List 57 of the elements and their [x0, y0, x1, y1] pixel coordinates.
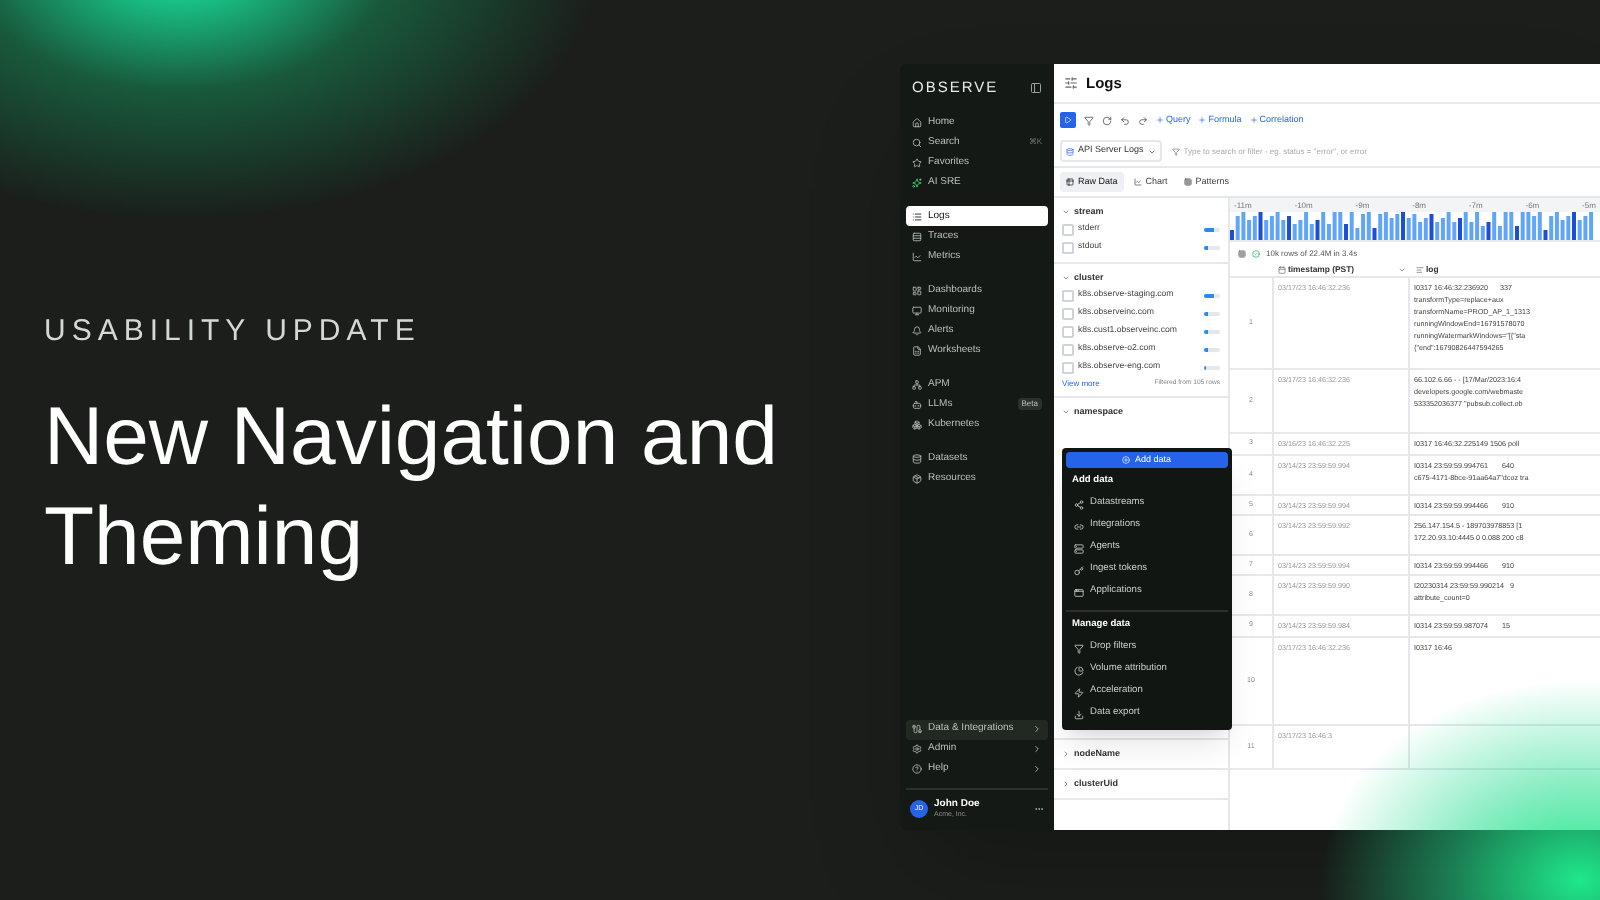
plus-icon: [1249, 116, 1258, 124]
undo-icon[interactable]: [1120, 115, 1130, 125]
funnel-icon: [1074, 643, 1084, 654]
calendar-icon: [1278, 265, 1286, 274]
spreadsheet-icon: [912, 345, 922, 355]
link-icon: [1074, 521, 1084, 532]
app-window-icon: [1074, 587, 1084, 598]
package-icon: [912, 473, 922, 483]
checkbox[interactable]: [1062, 325, 1074, 337]
checkbox[interactable]: [1062, 223, 1074, 235]
checkbox[interactable]: [1062, 307, 1074, 319]
grid-icon: [1183, 178, 1192, 186]
sliders-icon: [1064, 76, 1078, 90]
checkbox[interactable]: [1062, 343, 1074, 355]
dataset-icon: [1066, 147, 1074, 155]
dashboard-icon: [912, 285, 922, 295]
rows-icon: [912, 231, 922, 241]
database-icon: [912, 453, 922, 463]
share-icon: [1074, 499, 1084, 510]
settings-icon: [912, 744, 922, 754]
network-icon: [912, 379, 922, 389]
plus-icon: [1156, 116, 1164, 124]
checkbox[interactable]: [1062, 361, 1074, 373]
panel-toggle-icon[interactable]: [1030, 82, 1042, 94]
list-icon: [912, 211, 922, 221]
download-icon: [1074, 709, 1084, 720]
table-icon: [1066, 178, 1074, 186]
star-icon: [912, 157, 922, 167]
refresh-icon[interactable]: [1102, 115, 1112, 125]
lightning-icon: [1074, 687, 1084, 698]
filter-icon: [1171, 147, 1180, 155]
plus-icon: [1198, 116, 1207, 124]
eyebrow-text: USABILITY UPDATE: [44, 315, 423, 345]
headline: New Navigation and Theming: [44, 387, 780, 585]
monitor-icon: [912, 305, 922, 315]
home-icon: [912, 117, 922, 127]
boxes-icon: [912, 419, 922, 429]
line-chart-icon: [1133, 178, 1142, 186]
bell-icon: [912, 325, 922, 335]
key-icon: [1074, 565, 1084, 576]
server-icon: [1074, 543, 1084, 554]
help-icon: [912, 764, 922, 774]
pie-chart-icon: [1074, 665, 1084, 676]
run-button[interactable]: [1060, 112, 1076, 128]
redo-icon[interactable]: [1138, 115, 1148, 125]
robot-icon: [912, 399, 922, 409]
line-chart-icon: [912, 251, 922, 261]
plus-circle-icon: [1122, 456, 1131, 464]
checkbox[interactable]: [1062, 289, 1074, 301]
play-icon: [1064, 116, 1072, 124]
checkbox[interactable]: [1062, 241, 1074, 253]
cable-icon: [912, 724, 922, 734]
sparkles-icon: [912, 177, 922, 187]
search-icon: [912, 137, 922, 147]
filter-icon[interactable]: [1084, 115, 1094, 125]
check-circle-icon: [1252, 249, 1260, 257]
grid-icon[interactable]: [1238, 249, 1246, 257]
